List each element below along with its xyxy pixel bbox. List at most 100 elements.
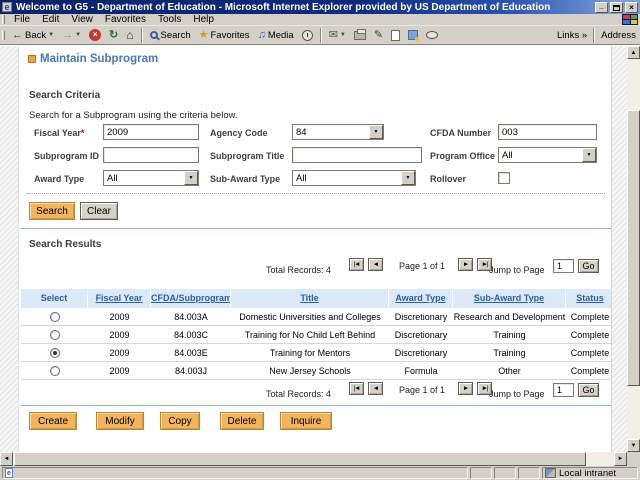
- menu-tools[interactable]: Tools: [152, 14, 187, 26]
- menu-grip[interactable]: [2, 15, 5, 24]
- ie-throbber-logo: [622, 14, 638, 25]
- minimize-button[interactable]: _: [595, 2, 608, 13]
- program-office-select[interactable]: All ▼: [498, 147, 597, 163]
- row-select-radio[interactable]: [50, 348, 60, 358]
- award-type-select[interactable]: All ▼: [103, 170, 199, 186]
- menu-favorites[interactable]: Favorites: [99, 14, 152, 26]
- intranet-zone-icon: [545, 468, 556, 478]
- pagination-top: Total Records: 4 |◄ ◄ Page 1 of 1 ► ►| J…: [19, 256, 612, 280]
- favorites-label: Favorites: [210, 30, 249, 41]
- media-label: Media: [268, 30, 294, 41]
- column-header-sub-award-type[interactable]: Sub-Award Type: [453, 289, 566, 308]
- home-button[interactable]: ⌂: [122, 27, 137, 44]
- mail-button[interactable]: ✉ ▼: [325, 27, 350, 44]
- inquire-button[interactable]: Inquire: [280, 412, 332, 430]
- links-bar-label[interactable]: Links »: [554, 30, 590, 41]
- back-dropdown-icon[interactable]: ▼: [48, 32, 54, 38]
- restore-button[interactable]: [610, 2, 623, 13]
- menu-file[interactable]: File: [8, 14, 36, 26]
- back-button[interactable]: ← Back ▼: [8, 27, 58, 44]
- cfda-number-input[interactable]: [498, 124, 597, 140]
- section-divider: [21, 405, 611, 406]
- media-button[interactable]: ♫ Media: [254, 27, 298, 44]
- column-header-status[interactable]: Status: [566, 289, 612, 308]
- forward-button[interactable]: → ▼: [58, 27, 85, 44]
- subprogram-id-input[interactable]: [103, 147, 199, 163]
- column-header-title[interactable]: Title: [231, 289, 389, 308]
- award-type-dropdown-icon[interactable]: ▼: [184, 171, 198, 185]
- cell-fiscal-year: 2009: [88, 348, 151, 358]
- results-table: Select Fiscal Year CFDA/Subprogram Title…: [21, 289, 612, 380]
- cell-status: Complete: [566, 330, 612, 340]
- modify-button[interactable]: Modify: [96, 412, 144, 430]
- mail-dropdown-icon[interactable]: ▼: [340, 32, 346, 38]
- links-chevron-icon[interactable]: »: [582, 30, 587, 41]
- menu-view[interactable]: View: [65, 14, 99, 26]
- row-select-radio[interactable]: [50, 330, 60, 340]
- search-button[interactable]: Search: [29, 202, 75, 220]
- jump-to-page-label: Jump to Page: [489, 389, 545, 399]
- rollover-checkbox[interactable]: [498, 172, 510, 184]
- agency-code-select[interactable]: 84 ▼: [292, 124, 384, 140]
- document-button[interactable]: [387, 27, 404, 44]
- column-header-award-type[interactable]: Award Type: [389, 289, 453, 308]
- scroll-up-icon[interactable]: ▲: [627, 46, 640, 59]
- clear-button[interactable]: Clear: [80, 202, 118, 220]
- menu-edit[interactable]: Edit: [36, 14, 65, 26]
- home-icon: ⌂: [126, 30, 133, 41]
- close-button[interactable]: ×: [625, 2, 638, 13]
- ie-app-icon: e: [2, 2, 12, 12]
- first-page-button[interactable]: |◄: [349, 258, 364, 271]
- scroll-down-icon[interactable]: ▼: [627, 439, 640, 452]
- next-page-button[interactable]: ►: [458, 258, 473, 271]
- row-select-radio[interactable]: [50, 366, 60, 376]
- edit-button[interactable]: ✎: [370, 27, 387, 44]
- stop-button[interactable]: ×: [85, 27, 105, 44]
- award-type-label: Award Type: [34, 174, 84, 184]
- favorites-button[interactable]: ★ Favorites: [195, 27, 254, 44]
- history-button[interactable]: [298, 27, 317, 44]
- discuss-button[interactable]: [422, 27, 442, 44]
- search-toolbar-button[interactable]: Search: [146, 27, 195, 44]
- refresh-button[interactable]: ↻: [105, 27, 122, 44]
- messenger-icon: [408, 30, 418, 40]
- forward-dropdown-icon[interactable]: ▼: [75, 32, 81, 38]
- scroll-left-icon[interactable]: ◄: [0, 452, 13, 466]
- messenger-button[interactable]: [404, 27, 422, 44]
- delete-button[interactable]: Delete: [220, 412, 264, 430]
- page-status-icon: e: [5, 468, 13, 478]
- fiscal-year-input[interactable]: [103, 124, 199, 140]
- subprogram-title-input[interactable]: [292, 147, 422, 163]
- jump-to-page-input[interactable]: [553, 383, 574, 397]
- cell-award-type: Formula: [389, 366, 453, 376]
- row-select-radio[interactable]: [50, 312, 60, 322]
- vertical-scrollbar-thumb[interactable]: [627, 110, 640, 386]
- print-button[interactable]: [350, 27, 370, 44]
- program-office-dropdown-icon[interactable]: ▼: [582, 148, 596, 162]
- scroll-right-icon[interactable]: ►: [614, 452, 627, 466]
- vertical-scrollbar[interactable]: ▲ ▼: [627, 46, 640, 452]
- go-button[interactable]: Go: [578, 383, 599, 397]
- sub-award-type-select[interactable]: All ▼: [292, 170, 416, 186]
- toolbar-grip[interactable]: [2, 31, 5, 40]
- fiscal-year-label: Fiscal Year*: [34, 128, 84, 138]
- jump-to-page-input[interactable]: [553, 259, 574, 273]
- go-button[interactable]: Go: [578, 259, 599, 273]
- previous-page-button[interactable]: ◄: [368, 382, 383, 395]
- first-page-button[interactable]: |◄: [349, 382, 364, 395]
- back-label: Back: [25, 30, 46, 41]
- agency-code-dropdown-icon[interactable]: ▼: [369, 125, 383, 139]
- horizontal-scrollbar[interactable]: ◄ ►: [0, 452, 627, 466]
- cell-award-type: Discretionary: [389, 330, 453, 340]
- copy-button[interactable]: Copy: [160, 412, 200, 430]
- horizontal-scrollbar-thumb[interactable]: [14, 452, 586, 466]
- menu-help[interactable]: Help: [187, 14, 220, 26]
- sub-award-type-dropdown-icon[interactable]: ▼: [401, 171, 415, 185]
- previous-page-button[interactable]: ◄: [368, 258, 383, 271]
- cell-status: Complete: [566, 312, 612, 322]
- address-bar-label[interactable]: Address: [598, 30, 640, 41]
- column-header-fiscal-year[interactable]: Fiscal Year: [88, 289, 151, 308]
- next-page-button[interactable]: ►: [458, 382, 473, 395]
- column-header-cfda-subprogram[interactable]: CFDA/Subprogram: [151, 289, 231, 308]
- create-button[interactable]: Create: [29, 412, 77, 430]
